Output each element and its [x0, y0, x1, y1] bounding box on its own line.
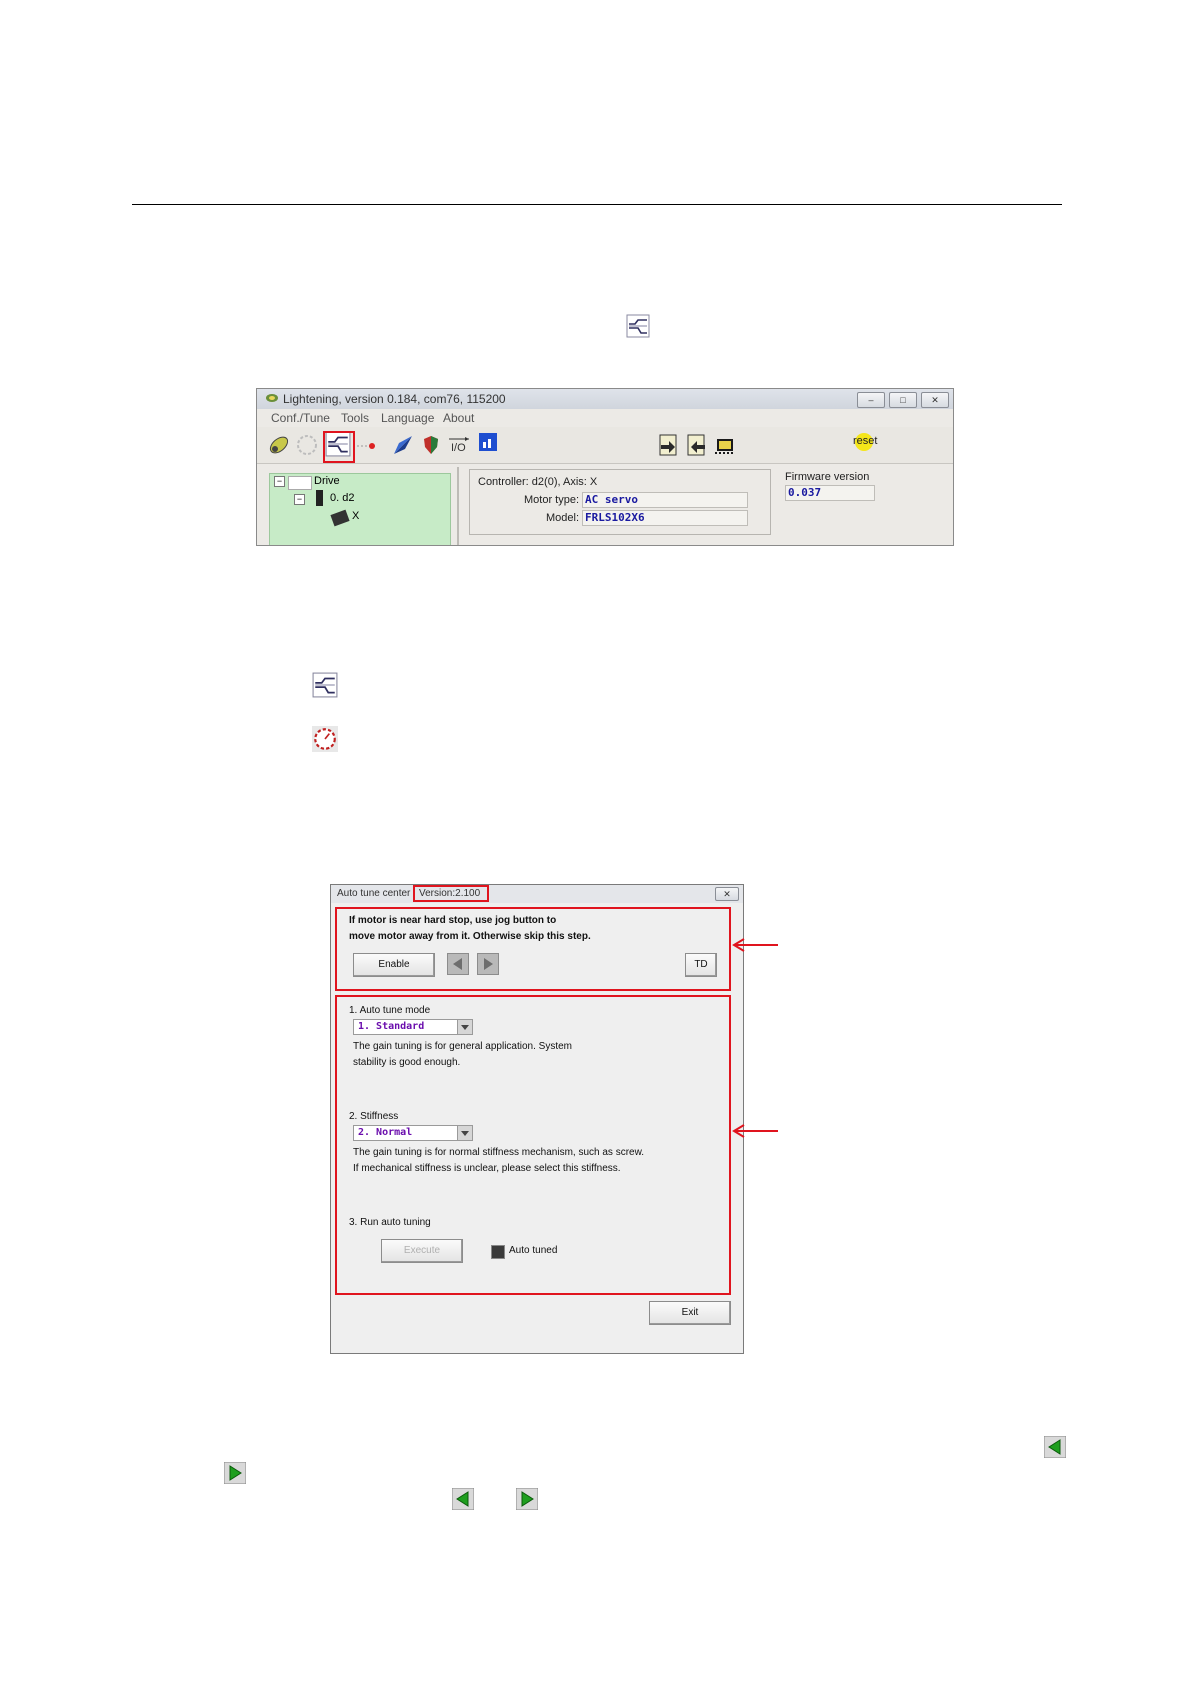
- auto-tune-icon: [312, 672, 338, 698]
- io-icon[interactable]: I/O: [447, 433, 471, 457]
- dialog-close-button[interactable]: ✕: [715, 887, 739, 901]
- tree-root-label[interactable]: Drive: [314, 475, 340, 487]
- menu-tools[interactable]: Tools: [341, 411, 369, 425]
- auto-tune-center-dialog: Auto tune center Version:2.100 ✕ If moto…: [330, 884, 744, 1354]
- stiffness-value: 2. Normal: [358, 1127, 413, 1138]
- save-icon[interactable]: [657, 433, 681, 457]
- minimize-button[interactable]: –: [857, 392, 885, 408]
- controller-info-box: Controller: d2(0), Axis: X Motor type: A…: [469, 469, 771, 535]
- jog-left-icon: [1044, 1436, 1066, 1458]
- stiffness-description-line1: The gain tuning is for normal stiffness …: [353, 1147, 645, 1158]
- window-title: Lightening, version 0.184, com76, 115200: [283, 392, 506, 406]
- jog-right-icon: [516, 1488, 538, 1510]
- connect-icon[interactable]: [267, 433, 291, 457]
- chevron-down-icon[interactable]: [457, 1125, 473, 1141]
- drive-unit-icon: [316, 490, 323, 506]
- jog-instructions-line1: If motor is near hard stop, use jog butt…: [349, 915, 557, 926]
- io-label: I/O: [451, 442, 466, 454]
- chip-icon[interactable]: [713, 433, 737, 457]
- auto-tune-mode-value: 1. Standard: [358, 1021, 425, 1032]
- load-icon[interactable]: [685, 433, 709, 457]
- app-logo-icon: [265, 392, 279, 404]
- tree-node-label[interactable]: 0. d2: [330, 492, 354, 504]
- drive-logo-icon: [288, 476, 312, 490]
- lightening-main-window: Lightening, version 0.184, com76, 115200…: [256, 388, 954, 546]
- stiffness-description-line2: If mechanical stiffness is unclear, plea…: [353, 1163, 621, 1174]
- model-value: FRLS102X6: [582, 510, 748, 526]
- mode-description-line2: stability is good enough.: [353, 1057, 461, 1068]
- stiffness-heading: 2. Stiffness: [349, 1111, 399, 1122]
- execute-button[interactable]: Execute: [381, 1239, 463, 1263]
- jog-instructions-line2: move motor away from it. Otherwise skip …: [349, 931, 591, 942]
- model-label: Model:: [546, 512, 580, 524]
- menu-about[interactable]: About: [443, 411, 474, 425]
- close-button[interactable]: ✕: [921, 392, 949, 408]
- protection-icon[interactable]: [419, 433, 443, 457]
- firmware-label: Firmware version: [785, 471, 870, 483]
- signal-icon[interactable]: [479, 433, 497, 451]
- toolbar: I/O reset: [257, 427, 953, 464]
- auto-tune-icon: [626, 314, 650, 338]
- scope-icon[interactable]: [391, 433, 415, 457]
- annotation-arrow-jog: [730, 938, 778, 952]
- stop-motion-icon[interactable]: [355, 433, 379, 457]
- motor-type-label: Motor type:: [524, 494, 580, 506]
- annotation-arrow-tune: [730, 1124, 778, 1138]
- drive-tree: − Drive − 0. d2 X: [269, 473, 451, 545]
- motor-icon: [330, 509, 350, 527]
- controller-info-panel: Controller: d2(0), Axis: X Motor type: A…: [457, 467, 953, 545]
- tuning-dial-icon: [312, 726, 338, 752]
- motor-type-value: AC servo: [582, 492, 748, 508]
- menu-conf-tune[interactable]: Conf./Tune: [271, 411, 330, 425]
- jog-right-button[interactable]: [477, 953, 499, 975]
- jog-left-button[interactable]: [447, 953, 469, 975]
- td-button[interactable]: TD: [685, 953, 717, 977]
- run-auto-tuning-heading: 3. Run auto tuning: [349, 1217, 431, 1228]
- controller-label: Controller: d2(0), Axis: X: [478, 476, 598, 488]
- jog-left-icon: [452, 1488, 474, 1510]
- chevron-down-icon[interactable]: [457, 1019, 473, 1035]
- auto-tuned-label: Auto tuned: [509, 1245, 558, 1256]
- window-titlebar: Lightening, version 0.184, com76, 115200…: [257, 389, 953, 409]
- highlight-auto-tune-button: [323, 431, 355, 463]
- enable-button[interactable]: Enable: [353, 953, 435, 977]
- settings-icon[interactable]: [295, 433, 319, 457]
- dialog-titlebar: Auto tune center Version:2.100 ✕: [331, 885, 743, 903]
- dialog-title: Auto tune center: [337, 888, 411, 899]
- stiffness-select[interactable]: 2. Normal: [353, 1125, 473, 1141]
- jog-right-icon: [224, 1462, 246, 1484]
- auto-tuned-checkbox: [491, 1245, 505, 1259]
- tree-collapse-icon[interactable]: −: [294, 494, 305, 505]
- maximize-button[interactable]: □: [889, 392, 917, 408]
- auto-tune-mode-heading: 1. Auto tune mode: [349, 1005, 431, 1016]
- firmware-value: 0.037: [785, 485, 875, 501]
- page-divider: [132, 204, 1062, 205]
- tree-leaf-label[interactable]: X: [352, 510, 359, 522]
- menu-bar: Conf./Tune Tools Language About: [257, 409, 953, 427]
- highlight-version: [413, 885, 489, 902]
- mode-description-line1: The gain tuning is for general applicati…: [353, 1041, 573, 1052]
- menu-language[interactable]: Language: [381, 411, 434, 425]
- auto-tune-mode-select[interactable]: 1. Standard: [353, 1019, 473, 1035]
- exit-button[interactable]: Exit: [649, 1301, 731, 1325]
- reset-button[interactable]: reset: [853, 435, 877, 447]
- tree-collapse-icon[interactable]: −: [274, 476, 285, 487]
